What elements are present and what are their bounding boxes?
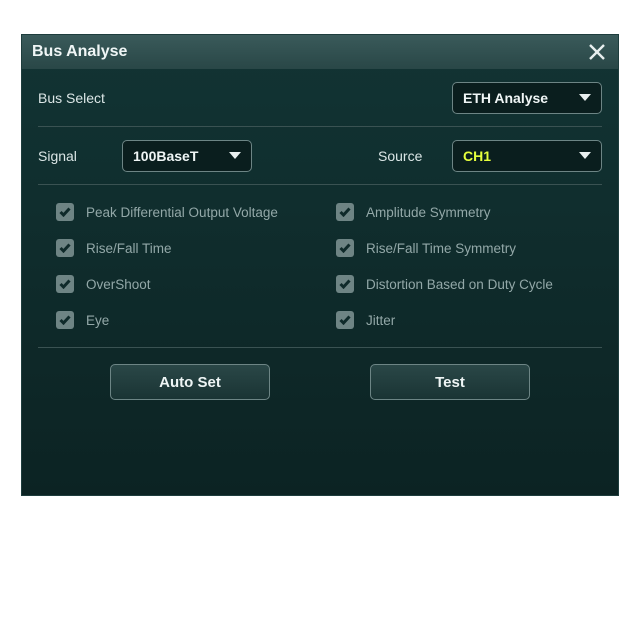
close-button[interactable] — [584, 39, 610, 65]
check-label: Jitter — [366, 313, 395, 328]
checkbox-icon — [336, 275, 354, 293]
titlebar: Bus Analyse — [22, 35, 618, 69]
bus-select-row: Bus Select ETH Analyse — [38, 69, 602, 127]
dialog-title: Bus Analyse — [32, 43, 127, 61]
signal-source-row: Signal 100BaseT Source CH1 — [38, 127, 602, 185]
signal-label: Signal — [38, 148, 108, 164]
button-label: Auto Set — [159, 374, 221, 391]
check-rise-fall-time[interactable]: Rise/Fall Time — [56, 239, 316, 257]
source-label: Source — [378, 148, 438, 164]
button-label: Test — [435, 374, 465, 391]
auto-set-button[interactable]: Auto Set — [110, 364, 270, 400]
source-value: CH1 — [463, 148, 491, 164]
chevron-down-icon — [229, 152, 241, 159]
signal-value: 100BaseT — [133, 148, 198, 164]
bus-analyse-dialog: Bus Analyse Bus Select ETH Analyse Signa… — [21, 34, 619, 496]
checkbox-icon — [336, 239, 354, 257]
check-label: Eye — [86, 313, 109, 328]
bus-select-label: Bus Select — [38, 90, 105, 106]
chevron-down-icon — [579, 152, 591, 159]
dialog-content: Bus Select ETH Analyse Signal 100BaseT S… — [22, 69, 618, 420]
signal-dropdown[interactable]: 100BaseT — [122, 140, 252, 172]
check-eye[interactable]: Eye — [56, 311, 316, 329]
check-peak-differential[interactable]: Peak Differential Output Voltage — [56, 203, 316, 221]
source-dropdown[interactable]: CH1 — [452, 140, 602, 172]
bus-select-value: ETH Analyse — [463, 90, 548, 106]
checkbox-icon — [336, 311, 354, 329]
chevron-down-icon — [579, 94, 591, 101]
check-label: Rise/Fall Time — [86, 241, 172, 256]
check-label: OverShoot — [86, 277, 151, 292]
check-rise-fall-symmetry[interactable]: Rise/Fall Time Symmetry — [336, 239, 596, 257]
check-label: Peak Differential Output Voltage — [86, 205, 278, 220]
checkbox-grid: Peak Differential Output Voltage Amplitu… — [38, 185, 602, 348]
check-label: Amplitude Symmetry — [366, 205, 491, 220]
checkbox-icon — [56, 239, 74, 257]
check-amplitude-symmetry[interactable]: Amplitude Symmetry — [336, 203, 596, 221]
check-label: Distortion Based on Duty Cycle — [366, 277, 553, 292]
checkbox-icon — [56, 311, 74, 329]
check-jitter[interactable]: Jitter — [336, 311, 596, 329]
check-label: Rise/Fall Time Symmetry — [366, 241, 516, 256]
button-row: Auto Set Test — [38, 348, 602, 406]
check-overshoot[interactable]: OverShoot — [56, 275, 316, 293]
close-icon — [588, 43, 606, 61]
bus-select-dropdown[interactable]: ETH Analyse — [452, 82, 602, 114]
checkbox-icon — [336, 203, 354, 221]
checkbox-icon — [56, 203, 74, 221]
check-distortion-duty-cycle[interactable]: Distortion Based on Duty Cycle — [336, 275, 596, 293]
checkbox-icon — [56, 275, 74, 293]
test-button[interactable]: Test — [370, 364, 530, 400]
